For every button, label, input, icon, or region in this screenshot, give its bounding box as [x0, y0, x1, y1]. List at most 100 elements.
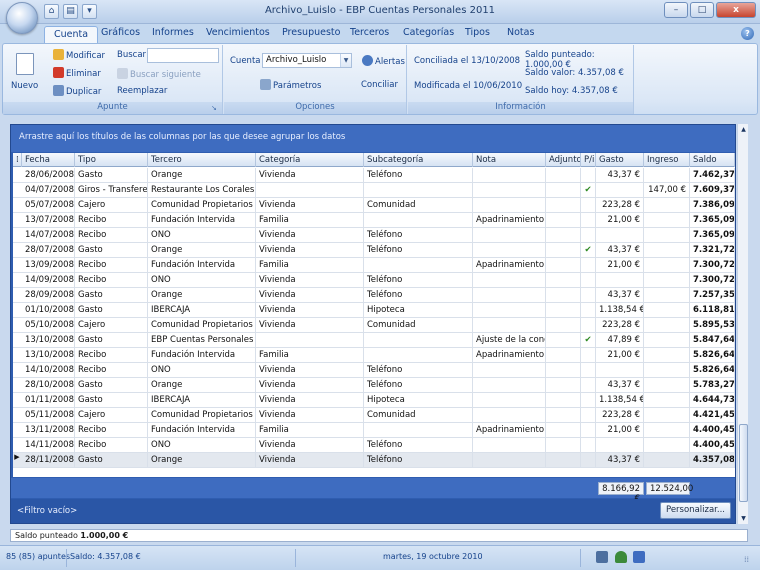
cell-tercero[interactable]: Fundación Intervida	[148, 213, 256, 228]
cell-categoria[interactable]: Familia	[256, 348, 364, 363]
cell-tercero[interactable]: ONO	[148, 273, 256, 288]
table-row[interactable]: 14/10/2008 Recibo ONO Vivienda Teléfono 5.826…	[13, 363, 735, 378]
cell-gasto[interactable]: 43,37 €	[596, 288, 644, 303]
cell-adjunto[interactable]	[546, 168, 581, 183]
col-adjunto[interactable]: Adjunto	[546, 153, 581, 167]
cell-tipo[interactable]: Cajero	[75, 198, 148, 213]
cell-saldo[interactable]: 4.357,08 €	[690, 453, 735, 468]
cell-fecha[interactable]: 28/06/2008	[22, 168, 75, 183]
scroll-down-icon[interactable]: ▼	[738, 513, 749, 524]
cell-fecha[interactable]: 14/11/2008	[22, 438, 75, 453]
cell-adjunto[interactable]	[546, 228, 581, 243]
table-row[interactable]: 13/10/2008 Recibo Fundación Intervida Famil…	[13, 348, 735, 363]
cell-saldo[interactable]: 5.826,64 €	[690, 363, 735, 378]
check-icon[interactable]	[581, 288, 596, 303]
table-row[interactable]: 01/10/2008 Gasto IBERCAJA Vivienda Hipoteca 1…	[13, 303, 735, 318]
cell-saldo[interactable]: 7.462,37 €	[690, 168, 735, 183]
cell-gasto[interactable]: 43,37 €	[596, 168, 644, 183]
cell-subcategoria[interactable]	[364, 348, 473, 363]
cell-tipo[interactable]: Gasto	[75, 378, 148, 393]
cell-tercero[interactable]: EBP Cuentas Personales	[148, 333, 256, 348]
table-row[interactable]: 13/11/2008 Recibo Fundación Intervida Famil…	[13, 423, 735, 438]
cell-saldo[interactable]: 7.386,09 €	[690, 198, 735, 213]
cell-gasto[interactable]: 47,89 €	[596, 333, 644, 348]
cell-gasto[interactable]: 223,28 €	[596, 198, 644, 213]
cell-subcategoria[interactable]	[364, 258, 473, 273]
col-ingreso[interactable]: Ingreso	[644, 153, 690, 167]
cell-tercero[interactable]: IBERCAJA	[148, 393, 256, 408]
cell-tipo[interactable]: Recibo	[75, 348, 148, 363]
table-row[interactable]: 28/06/2008 Gasto Orange Vivienda Teléfono 43,…	[13, 168, 735, 183]
cell-saldo[interactable]: 4.400,45 €	[690, 423, 735, 438]
cell-categoria[interactable]: Vivienda	[256, 243, 364, 258]
col-tipo[interactable]: Tipo	[75, 153, 148, 167]
table-row[interactable]: 05/10/2008 Cajero Comunidad Propietarios Vi…	[13, 318, 735, 333]
cell-tipo[interactable]: Recibo	[75, 423, 148, 438]
table-row[interactable]: 28/10/2008 Gasto Orange Vivienda Teléfono 43,…	[13, 378, 735, 393]
cell-tercero[interactable]: Comunidad Propietarios	[148, 408, 256, 423]
resize-grip-icon[interactable]: ⁞⁞	[744, 555, 749, 564]
cell-nota[interactable]	[473, 228, 546, 243]
cell-nota[interactable]: Apadrinamiento N	[473, 258, 546, 273]
table-row[interactable]: 28/09/2008 Gasto Orange Vivienda Teléfono 43,…	[13, 288, 735, 303]
cell-categoria[interactable]	[256, 183, 364, 198]
cell-subcategoria[interactable]: Comunidad	[364, 408, 473, 423]
cell-fecha[interactable]: 13/07/2008	[22, 213, 75, 228]
cell-ingreso[interactable]	[644, 198, 690, 213]
cell-tipo[interactable]: Recibo	[75, 363, 148, 378]
cell-tercero[interactable]: Orange	[148, 378, 256, 393]
cell-gasto[interactable]	[596, 273, 644, 288]
cell-ingreso[interactable]	[644, 168, 690, 183]
cell-fecha[interactable]: 14/07/2008	[22, 228, 75, 243]
cell-adjunto[interactable]	[546, 423, 581, 438]
cell-categoria[interactable]: Vivienda	[256, 393, 364, 408]
cell-tercero[interactable]: Fundación Intervida	[148, 258, 256, 273]
cell-nota[interactable]	[473, 318, 546, 333]
check-icon[interactable]	[581, 393, 596, 408]
nuevo-button[interactable]: Nuevo	[9, 49, 41, 95]
check-icon[interactable]	[581, 348, 596, 363]
cell-tercero[interactable]: Fundación Intervida	[148, 348, 256, 363]
window-icon[interactable]	[633, 551, 645, 563]
cell-fecha[interactable]: 13/10/2008	[22, 348, 75, 363]
cell-adjunto[interactable]	[546, 273, 581, 288]
cell-adjunto[interactable]	[546, 438, 581, 453]
cell-ingreso[interactable]	[644, 348, 690, 363]
cell-nota[interactable]: Ajuste de la concil	[473, 333, 546, 348]
cell-nota[interactable]: Apadrinamiento N	[473, 423, 546, 438]
cell-gasto[interactable]: 43,37 €	[596, 453, 644, 468]
cell-nota[interactable]	[473, 438, 546, 453]
check-icon[interactable]	[581, 438, 596, 453]
check-icon[interactable]	[581, 318, 596, 333]
col-categoria[interactable]: Categoría	[256, 153, 364, 167]
cell-adjunto[interactable]	[546, 453, 581, 468]
cell-saldo[interactable]: 4.400,45 €	[690, 438, 735, 453]
cell-tipo[interactable]: Recibo	[75, 438, 148, 453]
cell-ingreso[interactable]	[644, 393, 690, 408]
table-row[interactable]: 04/07/2008 Giros - Transferen Restaurante …	[13, 183, 735, 198]
cell-adjunto[interactable]	[546, 258, 581, 273]
cell-nota[interactable]	[473, 453, 546, 468]
col-tercero[interactable]: Tercero	[148, 153, 256, 167]
cell-saldo[interactable]: 7.609,37 €	[690, 183, 735, 198]
tab-informes[interactable]: Informes	[152, 27, 194, 38]
cell-ingreso[interactable]	[644, 363, 690, 378]
tab-notas[interactable]: Notas	[507, 27, 534, 38]
cell-ingreso[interactable]	[644, 243, 690, 258]
filter-text[interactable]: <Filtro vacío>	[17, 506, 77, 516]
check-icon[interactable]: ✔	[581, 183, 596, 198]
cell-ingreso[interactable]	[644, 318, 690, 333]
cell-ingreso[interactable]	[644, 378, 690, 393]
cell-fecha[interactable]: 05/10/2008	[22, 318, 75, 333]
dialog-launcher-icon[interactable]: ↘	[211, 104, 219, 112]
cell-saldo[interactable]: 7.257,35 €	[690, 288, 735, 303]
table-row[interactable]: 14/11/2008 Recibo ONO Vivienda Teléfono 4.400…	[13, 438, 735, 453]
check-icon[interactable]	[581, 378, 596, 393]
cell-ingreso[interactable]	[644, 408, 690, 423]
cell-subcategoria[interactable]: Hipoteca	[364, 303, 473, 318]
cell-ingreso[interactable]	[644, 453, 690, 468]
table-row[interactable]: 01/11/2008 Gasto IBERCAJA Vivienda Hipoteca 1…	[13, 393, 735, 408]
calculator-icon[interactable]	[596, 551, 608, 563]
buscar-siguiente-button[interactable]: Buscar siguiente	[117, 68, 201, 80]
cell-tipo[interactable]: Gasto	[75, 168, 148, 183]
